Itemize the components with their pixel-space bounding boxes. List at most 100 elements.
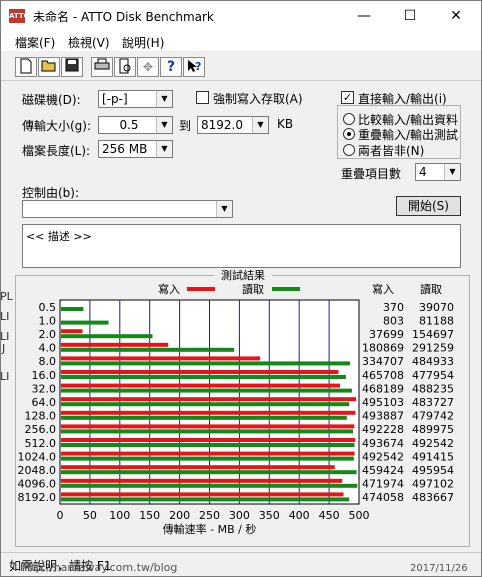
y-tick-label: 2.0 [39, 328, 57, 341]
bar-write [61, 370, 339, 374]
write-value: 465708 [362, 369, 404, 382]
read-value: 484933 [412, 355, 454, 368]
y-tick-label: 256.0 [25, 423, 57, 436]
write-value: 468189 [362, 382, 404, 395]
read-value: 495954 [412, 464, 454, 477]
read-value: 154697 [412, 328, 454, 341]
bar-read [61, 307, 84, 311]
x-tick-label: 250 [199, 509, 220, 522]
bg-fragment-4: J [2, 342, 6, 355]
read-value: 39070 [419, 301, 454, 314]
bar-read [61, 320, 109, 325]
bar-write [61, 438, 356, 442]
y-tick-label: 0.5 [39, 301, 57, 314]
bar-read [61, 497, 350, 502]
bar-read [61, 429, 354, 434]
write-value: 492542 [362, 450, 404, 463]
y-tick-label: 8192.0 [18, 491, 57, 504]
read-value: 492542 [412, 437, 454, 450]
read-value: 81188 [419, 314, 454, 327]
read-value: 497102 [412, 478, 454, 491]
bar-write [61, 465, 335, 470]
bar-read [61, 347, 235, 352]
bar-read [61, 415, 347, 420]
bar-write [61, 451, 355, 456]
results-chart: 測試結果寫入 讀取 寫入 讀取 0 50 100 150 200 250 300 350 400 450 5… [18, 268, 455, 536]
write-value: 492228 [362, 423, 404, 436]
x-tick-label: 400 [289, 509, 310, 522]
write-value: 493674 [362, 437, 404, 450]
bar-read [61, 470, 357, 475]
results-title: 測試結果 [221, 268, 265, 282]
bg-fragment-1: PL [0, 290, 13, 303]
x-tick-label: 450 [319, 509, 340, 522]
bg-fragment-2: LI [0, 310, 10, 323]
y-tick-label: 4.0 [39, 342, 57, 355]
x-tick-label: 50 [83, 509, 97, 522]
watermark-url: http://hardaway.com.tw/blog [20, 561, 178, 574]
bar-read [61, 388, 352, 393]
bg-date: 2017/11/26 [410, 563, 468, 574]
write-value: 459424 [362, 464, 404, 477]
bar-write [61, 397, 357, 402]
write-value: 493887 [362, 410, 404, 423]
y-tick-label: 128.0 [25, 410, 57, 423]
read-value: 483667 [412, 491, 454, 504]
legend-read-label: 讀取 [242, 282, 264, 296]
write-value: 370 [383, 301, 404, 314]
bar-read [61, 361, 350, 366]
y-tick-label: 1.0 [39, 314, 57, 327]
x-tick-label: 150 [139, 509, 160, 522]
bar-read [61, 402, 350, 407]
bar-write [61, 356, 261, 361]
read-value: 488235 [412, 382, 454, 395]
read-value: 291259 [412, 342, 454, 355]
x-tick-label: 500 [349, 509, 370, 522]
write-value: 471974 [362, 478, 404, 491]
bar-write [61, 478, 343, 483]
x-tick-label: 350 [259, 509, 280, 522]
read-value: 489975 [412, 423, 454, 436]
bar-write [61, 383, 340, 388]
bar-read [61, 456, 354, 461]
x-tick-label: 200 [169, 509, 190, 522]
y-tick-label: 8.0 [39, 355, 57, 368]
legend-write-label: 寫入 [158, 282, 180, 296]
write-value: 803 [383, 314, 404, 327]
x-tick-label: 0 [57, 509, 64, 522]
bar-write [61, 329, 83, 334]
y-tick-label: 32.0 [32, 382, 57, 395]
bar-read [61, 443, 355, 447]
read-value: 479742 [412, 410, 454, 423]
y-tick-label: 2048.0 [18, 464, 57, 477]
legend-write-swatch [187, 287, 215, 291]
write-value: 334707 [362, 355, 404, 368]
legend-read-swatch [272, 287, 300, 291]
bar-write [61, 342, 169, 347]
y-tick-label: 16.0 [32, 369, 57, 382]
x-tick-label: 300 [229, 509, 250, 522]
bar-read [61, 334, 153, 339]
write-value: 495103 [362, 396, 404, 409]
x-axis-label: 傳輸速率 - MB / 秒 [163, 522, 257, 536]
col-header-write: 寫入 [372, 282, 394, 296]
write-value: 474058 [362, 491, 404, 504]
y-tick-label: 1024.0 [18, 450, 57, 463]
col-header-read: 讀取 [420, 282, 442, 296]
write-value: 37699 [369, 328, 404, 341]
bar-read [61, 375, 346, 379]
bar-read [61, 483, 358, 488]
atto-window: ATTO 未命名 - ATTO Disk Benchmark — ☐ ✕ 檔案(… [0, 0, 482, 577]
x-tick-label: 100 [109, 509, 130, 522]
y-tick-label: 64.0 [32, 396, 57, 409]
bar-write [61, 410, 356, 415]
bg-fragment-5: LI [0, 370, 10, 383]
y-tick-label: 4096.0 [18, 478, 57, 491]
read-value: 491415 [412, 450, 454, 463]
y-tick-label: 512.0 [25, 437, 57, 450]
read-value: 477954 [412, 369, 454, 382]
write-value: 180869 [362, 342, 404, 355]
bar-write [61, 424, 355, 429]
bar-write [61, 492, 344, 497]
read-value: 483727 [412, 396, 454, 409]
